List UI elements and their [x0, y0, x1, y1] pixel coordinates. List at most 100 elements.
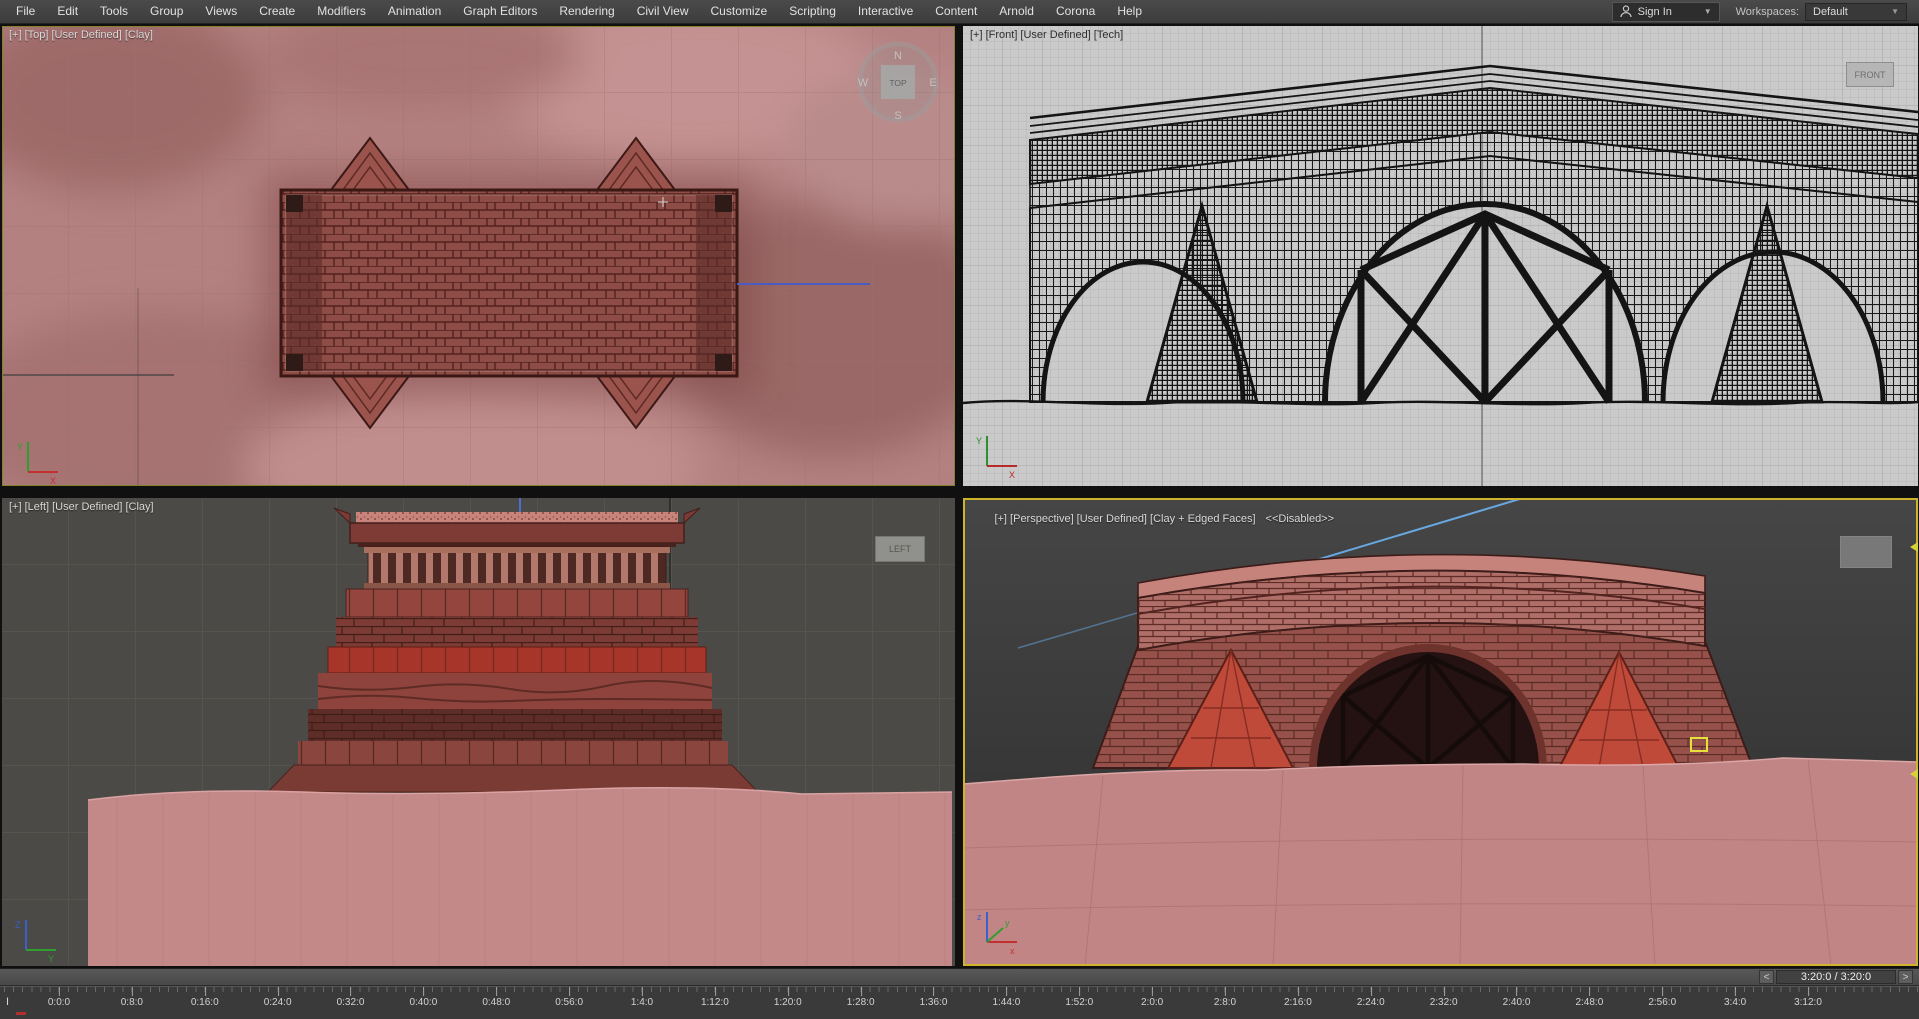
- menu-item-civil-view[interactable]: Civil View: [626, 0, 700, 23]
- menu-item-content[interactable]: Content: [924, 0, 988, 23]
- timeline-tick: 0:0:0: [48, 987, 70, 1008]
- timeline-tick: 2:16:0: [1284, 987, 1312, 1008]
- timeline-tick: 3:4:0: [1724, 987, 1746, 1008]
- compass-n[interactable]: N: [894, 50, 902, 62]
- bridge-perspective[interactable]: [1091, 553, 1755, 770]
- viewcube-disabled[interactable]: [1840, 536, 1892, 568]
- viewport-area: [+] [Top] [User Defined] [Clay] TOP N S …: [0, 24, 1919, 968]
- menu-item-help[interactable]: Help: [1106, 0, 1153, 23]
- timeline-tick: 1:4:0: [631, 987, 653, 1008]
- viewport-left-label[interactable]: [+] [Left] [User Defined] [Clay]: [9, 501, 154, 513]
- timeline-tick: 2:24:0: [1357, 987, 1385, 1008]
- timeline-tick: 1:12:0: [701, 987, 729, 1008]
- timeline-tick: 2:0:0: [1141, 987, 1163, 1008]
- timeline-tick: 1:44:0: [992, 987, 1020, 1008]
- timeline-tick: 1:28:0: [847, 987, 875, 1008]
- perspective-scene: z x y: [963, 498, 1918, 966]
- menu-item-interactive[interactable]: Interactive: [847, 0, 924, 23]
- timeline-tick: 0:32:0: [337, 987, 364, 1008]
- 3dsmax-window: File Edit Tools Group Views Create Modifiers An…: [0, 0, 1919, 1019]
- track-bar[interactable]: I 0:0:0 0:8:0 0:16:0 0:24:0 0:32:0 0:40:0 0:48…: [0, 986, 1919, 1019]
- workspaces-label: Workspaces:: [1735, 5, 1799, 18]
- svg-text:z: z: [977, 912, 982, 922]
- sign-in-label: Sign In: [1637, 5, 1672, 18]
- menu-item-views[interactable]: Views: [194, 0, 248, 23]
- workspaces-select[interactable]: Default ▼: [1805, 2, 1907, 21]
- svg-text:Y: Y: [17, 442, 23, 452]
- compass-e[interactable]: E: [929, 77, 936, 89]
- viewport-edge-arrow-icon[interactable]: [1910, 542, 1918, 552]
- timeline-tick: 2:56:0: [1648, 987, 1676, 1008]
- viewport-front[interactable]: [+] [Front] [User Defined] [Tech] FRONT: [963, 26, 1918, 486]
- viewcube-top-face[interactable]: TOP: [889, 78, 907, 88]
- selection-range-marker: [16, 1012, 26, 1015]
- svg-text:x: x: [1010, 946, 1015, 956]
- svg-text:Y: Y: [48, 954, 54, 964]
- viewport-left[interactable]: [+] [Left] [User Defined] [Clay] LEFT Z …: [2, 498, 955, 966]
- svg-text:Y: Y: [976, 436, 982, 446]
- time-slider[interactable]: < 3:20:0 / 3:20:0 >: [0, 968, 1919, 986]
- timeline-tick: 1:36:0: [920, 987, 947, 1008]
- compass-w[interactable]: W: [858, 77, 869, 89]
- ground-plane[interactable]: [963, 757, 1918, 966]
- current-time-display[interactable]: 3:20:0 / 3:20:0: [1776, 970, 1896, 984]
- menu-items: File Edit Tools Group Views Create Modifiers An…: [0, 0, 1153, 23]
- menu-bar: File Edit Tools Group Views Create Modifiers An…: [0, 0, 1919, 24]
- timeline-tick: 3:12:0: [1794, 987, 1822, 1008]
- viewport-top[interactable]: [+] [Top] [User Defined] [Clay] TOP N S …: [2, 26, 955, 486]
- menu-item-corona[interactable]: Corona: [1045, 0, 1106, 23]
- menu-item-rendering[interactable]: Rendering: [548, 0, 625, 23]
- menu-item-file[interactable]: File: [5, 0, 46, 23]
- viewport-edge-arrow-icon[interactable]: [1910, 769, 1918, 779]
- menu-item-graph-editors[interactable]: Graph Editors: [452, 0, 548, 23]
- menu-item-edit[interactable]: Edit: [46, 0, 89, 23]
- sign-in-button[interactable]: Sign In ▼: [1611, 1, 1720, 22]
- next-frame-button[interactable]: >: [1898, 970, 1913, 984]
- timeline-tick: 0:40:0: [409, 987, 437, 1008]
- viewport-top-label[interactable]: [+] [Top] [User Defined] [Clay]: [9, 29, 153, 41]
- prev-frame-button[interactable]: <: [1759, 970, 1774, 984]
- menubar-right: Sign In ▼ Workspaces: Default ▼: [1611, 1, 1919, 22]
- menu-item-modifiers[interactable]: Modifiers: [306, 0, 377, 23]
- timeline-tick: 2:8:0: [1214, 987, 1236, 1008]
- ground-plane[interactable]: [87, 787, 953, 966]
- menu-item-animation[interactable]: Animation: [377, 0, 452, 23]
- viewport-perspective[interactable]: [+] [Perspective] [User Defined] [Clay +…: [963, 498, 1918, 966]
- timeline-tick: 0:16:0: [191, 987, 219, 1008]
- workspaces-value: Default: [1813, 5, 1848, 18]
- trackbar-toggle-icon[interactable]: I: [6, 996, 9, 1008]
- dropdown-arrow-icon: ▼: [1891, 6, 1899, 16]
- viewport-front-label[interactable]: [+] [Front] [User Defined] [Tech]: [970, 29, 1123, 41]
- menu-item-arnold[interactable]: Arnold: [988, 0, 1045, 23]
- timeline-tick: 1:52:0: [1065, 987, 1093, 1008]
- timeline-tick: 1:20:0: [774, 987, 802, 1008]
- viewport-disabled-status: <<Disabled>>: [1265, 513, 1335, 525]
- front-view-scene: Y X: [963, 26, 1918, 486]
- viewcube-front[interactable]: FRONT: [1846, 62, 1894, 87]
- dropdown-arrow-icon: ▼: [1703, 7, 1712, 16]
- viewcube-left[interactable]: LEFT: [875, 536, 925, 562]
- left-view-scene: Z Y: [2, 498, 955, 966]
- svg-text:y: y: [1005, 918, 1010, 928]
- timeline: < 3:20:0 / 3:20:0 > I 0:0:0 0:8:0 0:16:0 0:…: [0, 968, 1919, 1019]
- timeline-tick: 0:48:0: [482, 987, 510, 1008]
- menu-item-tools[interactable]: Tools: [89, 0, 139, 23]
- viewport-perspective-label[interactable]: [+] [Perspective] [User Defined] [Clay +…: [970, 501, 1334, 537]
- menu-item-customize[interactable]: Customize: [700, 0, 779, 23]
- svg-text:Z: Z: [15, 920, 21, 930]
- time-slider-handle[interactable]: < 3:20:0 / 3:20:0 >: [1759, 970, 1913, 984]
- top-view-scene: TOP N S W E Y X: [2, 26, 955, 486]
- timeline-tick: 2:32:0: [1430, 987, 1458, 1008]
- compass-s[interactable]: S: [894, 110, 901, 122]
- timeline-tick: 2:40:0: [1503, 987, 1530, 1008]
- viewcube[interactable]: TOP N S W E: [857, 41, 939, 123]
- menu-item-scripting[interactable]: Scripting: [778, 0, 847, 23]
- timeline-tick: 2:48:0: [1575, 987, 1603, 1008]
- menu-item-group[interactable]: Group: [139, 0, 194, 23]
- workspaces-group: Workspaces: Default ▼: [1735, 2, 1907, 21]
- svg-text:X: X: [50, 476, 56, 486]
- timeline-tick: 0:24:0: [264, 987, 292, 1008]
- svg-text:X: X: [1009, 470, 1015, 480]
- menu-item-create[interactable]: Create: [248, 0, 306, 23]
- user-icon: [1620, 5, 1632, 18]
